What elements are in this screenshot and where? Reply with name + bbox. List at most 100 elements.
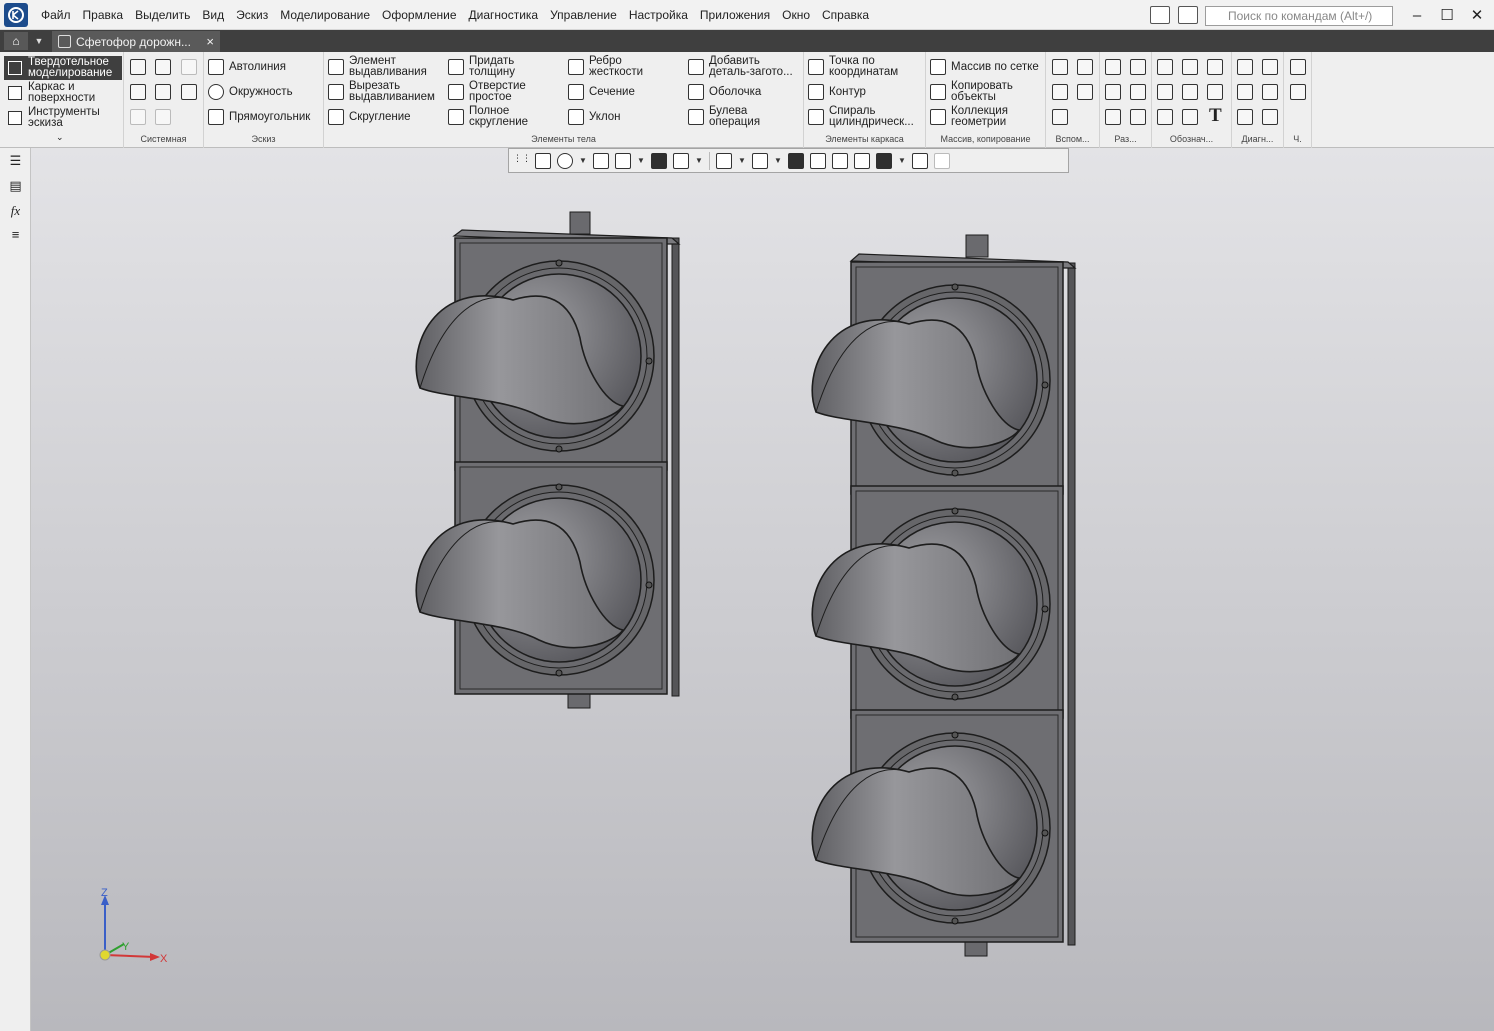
measure-icon[interactable] bbox=[912, 152, 928, 169]
autoline-button[interactable]: Автолиния bbox=[208, 59, 286, 75]
undo-icon[interactable] bbox=[130, 109, 146, 125]
filter-dropdown-icon[interactable]: ▼ bbox=[898, 156, 906, 165]
hide-icon[interactable] bbox=[716, 152, 732, 169]
menu-modeling[interactable]: Моделирование bbox=[274, 0, 376, 30]
menu-select[interactable]: Выделить bbox=[129, 0, 196, 30]
open-folder-icon[interactable] bbox=[155, 59, 171, 75]
copy-objects-button[interactable]: Копировать объекты bbox=[930, 80, 1023, 103]
tolerance-icon[interactable] bbox=[1157, 84, 1173, 100]
menu-edit[interactable]: Правка bbox=[77, 0, 130, 30]
boolean-button[interactable]: Булева операция bbox=[688, 105, 771, 128]
visibility-dropdown-icon[interactable]: ▼ bbox=[774, 156, 782, 165]
aux-line-icon[interactable] bbox=[1052, 84, 1068, 100]
dim-auto-icon[interactable] bbox=[1130, 109, 1146, 125]
base-icon[interactable] bbox=[1182, 59, 1198, 75]
rib-button[interactable]: Ребро жесткости bbox=[568, 55, 649, 78]
documents-icon[interactable] bbox=[854, 152, 870, 169]
menu-diagnostics[interactable]: Диагностика bbox=[463, 0, 545, 30]
preview-icon[interactable] bbox=[155, 84, 171, 100]
add-blank-button[interactable]: Добавить деталь-загото... bbox=[688, 55, 801, 78]
section-view-icon[interactable] bbox=[788, 152, 804, 169]
menu-design[interactable]: Оформление bbox=[376, 0, 462, 30]
contour-button[interactable]: Контур bbox=[808, 84, 866, 100]
grip-icon[interactable]: ⋮⋮ bbox=[513, 153, 531, 169]
aux-segment-icon[interactable] bbox=[1052, 109, 1068, 125]
new-file-icon[interactable] bbox=[130, 59, 146, 75]
settings-icon[interactable] bbox=[1178, 6, 1198, 24]
variables-icon[interactable]: fx bbox=[7, 202, 24, 219]
menu-file[interactable]: Файл bbox=[35, 0, 77, 30]
mode-sketch-tools[interactable]: Инструменты эскиза bbox=[4, 106, 122, 130]
designation-icon[interactable] bbox=[1182, 109, 1198, 125]
dim-radius-icon[interactable] bbox=[1130, 84, 1146, 100]
wireframe-view-icon[interactable] bbox=[673, 152, 689, 169]
mark-icon[interactable] bbox=[1182, 84, 1198, 100]
traffic-light-two-section[interactable] bbox=[415, 211, 681, 709]
aux-point-icon[interactable] bbox=[1077, 84, 1093, 100]
zoom-icon[interactable] bbox=[557, 152, 573, 169]
command-search-input[interactable]: Поиск по командам (Alt+/) bbox=[1205, 6, 1393, 26]
diag-check-icon[interactable] bbox=[1237, 84, 1253, 100]
thicken-button[interactable]: Придать толщину bbox=[448, 55, 529, 78]
shell-button[interactable]: Оболочка bbox=[688, 84, 761, 100]
mode-solid-modeling[interactable]: Твердотельное моделирование bbox=[4, 56, 122, 80]
orientation-icon[interactable] bbox=[593, 152, 609, 169]
expand-modes-icon[interactable]: ⌄ bbox=[56, 132, 64, 143]
coordinate-system-icon[interactable] bbox=[535, 152, 551, 169]
hole-button[interactable]: Отверстие простое bbox=[448, 80, 531, 103]
aux-plane-icon[interactable] bbox=[1052, 59, 1068, 75]
visibility-icon[interactable] bbox=[752, 152, 768, 169]
diag-deviation-icon[interactable] bbox=[1262, 59, 1278, 75]
dim-angle-icon[interactable] bbox=[1105, 84, 1121, 100]
leader-icon[interactable] bbox=[1157, 59, 1173, 75]
filter-icon[interactable] bbox=[876, 152, 892, 169]
diag-collision-icon[interactable] bbox=[1262, 109, 1278, 125]
fillet-button[interactable]: Скругление bbox=[328, 109, 411, 125]
position-icon[interactable] bbox=[1207, 84, 1223, 100]
menu-help[interactable]: Справка bbox=[816, 0, 875, 30]
grid-array-button[interactable]: Массив по сетке bbox=[930, 59, 1039, 75]
shaded-view-icon[interactable] bbox=[651, 152, 667, 169]
extrude-button[interactable]: Элемент выдавливания bbox=[328, 55, 437, 78]
menu-sketch[interactable]: Эскиз bbox=[230, 0, 274, 30]
close-button[interactable]: ✕ bbox=[1462, 0, 1492, 30]
3d-viewport[interactable]: Z X Y bbox=[31, 148, 1494, 1031]
layers-view-icon[interactable] bbox=[832, 152, 848, 169]
hide-dropdown-icon[interactable]: ▼ bbox=[738, 156, 746, 165]
maximize-button[interactable]: ☐ bbox=[1432, 0, 1462, 30]
print-icon[interactable] bbox=[130, 84, 146, 100]
point-by-coords-button[interactable]: Точка по координатам bbox=[808, 55, 915, 78]
rotate-icon[interactable] bbox=[615, 152, 631, 169]
tab-document[interactable]: Сфетофор дорожн... × bbox=[52, 31, 220, 52]
circle-button[interactable]: Окружность bbox=[208, 84, 293, 100]
full-round-button[interactable]: Полное скругление bbox=[448, 105, 537, 128]
rectangle-button[interactable]: Прямоугольник bbox=[208, 109, 310, 125]
traffic-light-three-section[interactable] bbox=[811, 234, 1077, 957]
dim-table-icon[interactable] bbox=[1105, 109, 1121, 125]
mode-surfaces[interactable]: Каркас и поверхности bbox=[4, 81, 122, 105]
part-props-icon[interactable] bbox=[1290, 59, 1306, 75]
geometry-collection-button[interactable]: Коллекция геометрии bbox=[930, 105, 1023, 128]
helix-button[interactable]: Спираль цилиндрическ... bbox=[808, 105, 925, 128]
home-icon[interactable]: ⌂ bbox=[4, 32, 28, 50]
menu-apps[interactable]: Приложения bbox=[694, 0, 776, 30]
diag-mass-icon[interactable] bbox=[1262, 84, 1278, 100]
aux-axis-icon[interactable] bbox=[1077, 59, 1093, 75]
chevron-down-icon[interactable]: ▼ bbox=[32, 32, 46, 50]
display-dropdown-icon[interactable]: ▼ bbox=[695, 156, 703, 165]
model-tree-icon[interactable]: ☰ bbox=[7, 152, 24, 169]
diag-zebra-icon[interactable] bbox=[1237, 109, 1253, 125]
layers-icon[interactable]: ≡ bbox=[7, 226, 24, 243]
menu-manage[interactable]: Управление bbox=[544, 0, 623, 30]
tab-close-icon[interactable]: × bbox=[206, 34, 214, 49]
window-layout-icon[interactable] bbox=[1150, 6, 1170, 24]
diag-curvature-icon[interactable] bbox=[1237, 59, 1253, 75]
draft-button[interactable]: Уклон bbox=[568, 109, 621, 125]
section-button[interactable]: Сечение bbox=[568, 84, 635, 100]
dim-linear-icon[interactable] bbox=[1105, 59, 1121, 75]
minimize-button[interactable]: – bbox=[1402, 0, 1432, 30]
pencil-icon[interactable] bbox=[934, 152, 950, 169]
save-as-icon[interactable] bbox=[181, 84, 197, 100]
part-spec-icon[interactable] bbox=[1290, 84, 1306, 100]
menu-window[interactable]: Окно bbox=[776, 0, 816, 30]
